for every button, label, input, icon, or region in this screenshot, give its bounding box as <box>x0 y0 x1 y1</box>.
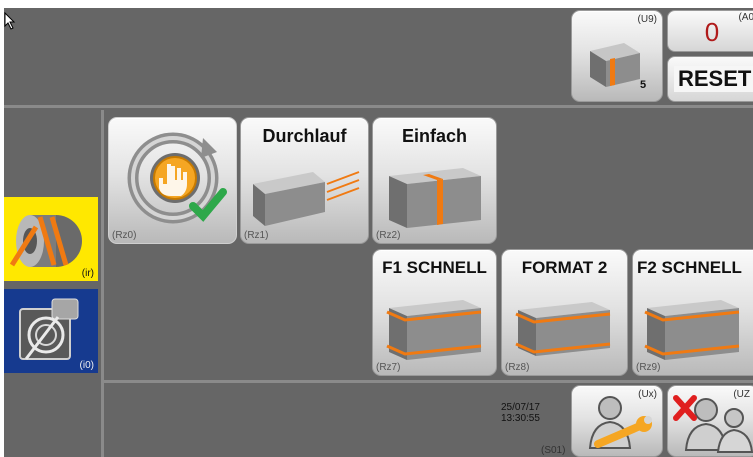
orange-strap-roll-icon <box>10 215 82 267</box>
format2-label: FORMAT 2 <box>521 258 608 277</box>
user-wrench-icon <box>588 396 652 449</box>
bottom-divider <box>104 380 753 383</box>
strap-roll-code: (ir) <box>81 268 94 279</box>
double-strap-package-icon <box>386 300 482 360</box>
time-text: 13:30:55 <box>501 413 540 424</box>
strap-roll-button[interactable]: (ir) <box>4 197 98 281</box>
screen-code: (S01) <box>541 445 566 456</box>
f2-schnell-label: F2 SCHNELL <box>637 258 742 277</box>
datetime: 25/07/17 13:30:55 <box>501 402 540 424</box>
auto-mode-code: (Rz0) <box>112 230 137 241</box>
top-divider <box>4 105 753 108</box>
manual-auto-cycle-icon <box>127 132 227 224</box>
single-strap-package-icon <box>389 168 481 228</box>
counter-code: (A0 <box>738 12 753 23</box>
strapping-head-code: (i0) <box>79 360 94 371</box>
service-button[interactable]: (Ux) <box>571 385 663 457</box>
f1-schnell-button[interactable]: F1 SCHNELL (Rz7) <box>372 249 497 376</box>
strapping-head-icon <box>19 298 79 360</box>
piece-count: 5 <box>640 79 647 91</box>
auto-mode-button[interactable]: (Rz0) <box>108 117 237 244</box>
einfach-button[interactable]: Einfach (Rz2) <box>372 117 497 244</box>
format2-code: (Rz8) <box>505 362 530 373</box>
reset-button[interactable]: RESET <box>667 56 753 102</box>
strapping-head-button[interactable]: (i0) <box>4 289 98 373</box>
f1-schnell-label: F1 SCHNELL <box>382 258 487 277</box>
sidebar-divider <box>101 110 104 457</box>
piece-counter-code: (U9) <box>637 14 657 25</box>
counter-display: 0 (A0 <box>667 10 753 52</box>
hmi-screen: (U9) 5 0 (A0 RESET (ir) (i0) (Rz0) Durch… <box>4 8 753 457</box>
durchlauf-label: Durchlauf <box>262 126 347 146</box>
mouse-cursor-icon <box>4 12 16 30</box>
logout-button[interactable]: (UZ <box>667 385 753 457</box>
remove-user-icon <box>673 395 753 453</box>
f2-schnell-button[interactable]: F2 SCHNELL (Rz9) <box>632 249 753 376</box>
double-strap-package-icon-2 <box>644 300 740 360</box>
durchlauf-code: (Rz1) <box>244 230 269 241</box>
piece-counter-button[interactable]: (U9) 5 <box>571 10 663 102</box>
date-text: 25/07/17 <box>501 402 540 413</box>
wide-strap-package-icon <box>515 302 611 356</box>
pass-through-package-icon <box>253 171 360 226</box>
f2-schnell-code: (Rz9) <box>636 362 661 373</box>
einfach-code: (Rz2) <box>376 230 401 241</box>
durchlauf-button[interactable]: Durchlauf (Rz1) <box>240 117 369 244</box>
format2-button[interactable]: FORMAT 2 (Rz8) <box>501 249 628 376</box>
f1-schnell-code: (Rz7) <box>376 362 401 373</box>
einfach-label: Einfach <box>401 126 467 146</box>
reset-label: RESET <box>674 66 753 92</box>
